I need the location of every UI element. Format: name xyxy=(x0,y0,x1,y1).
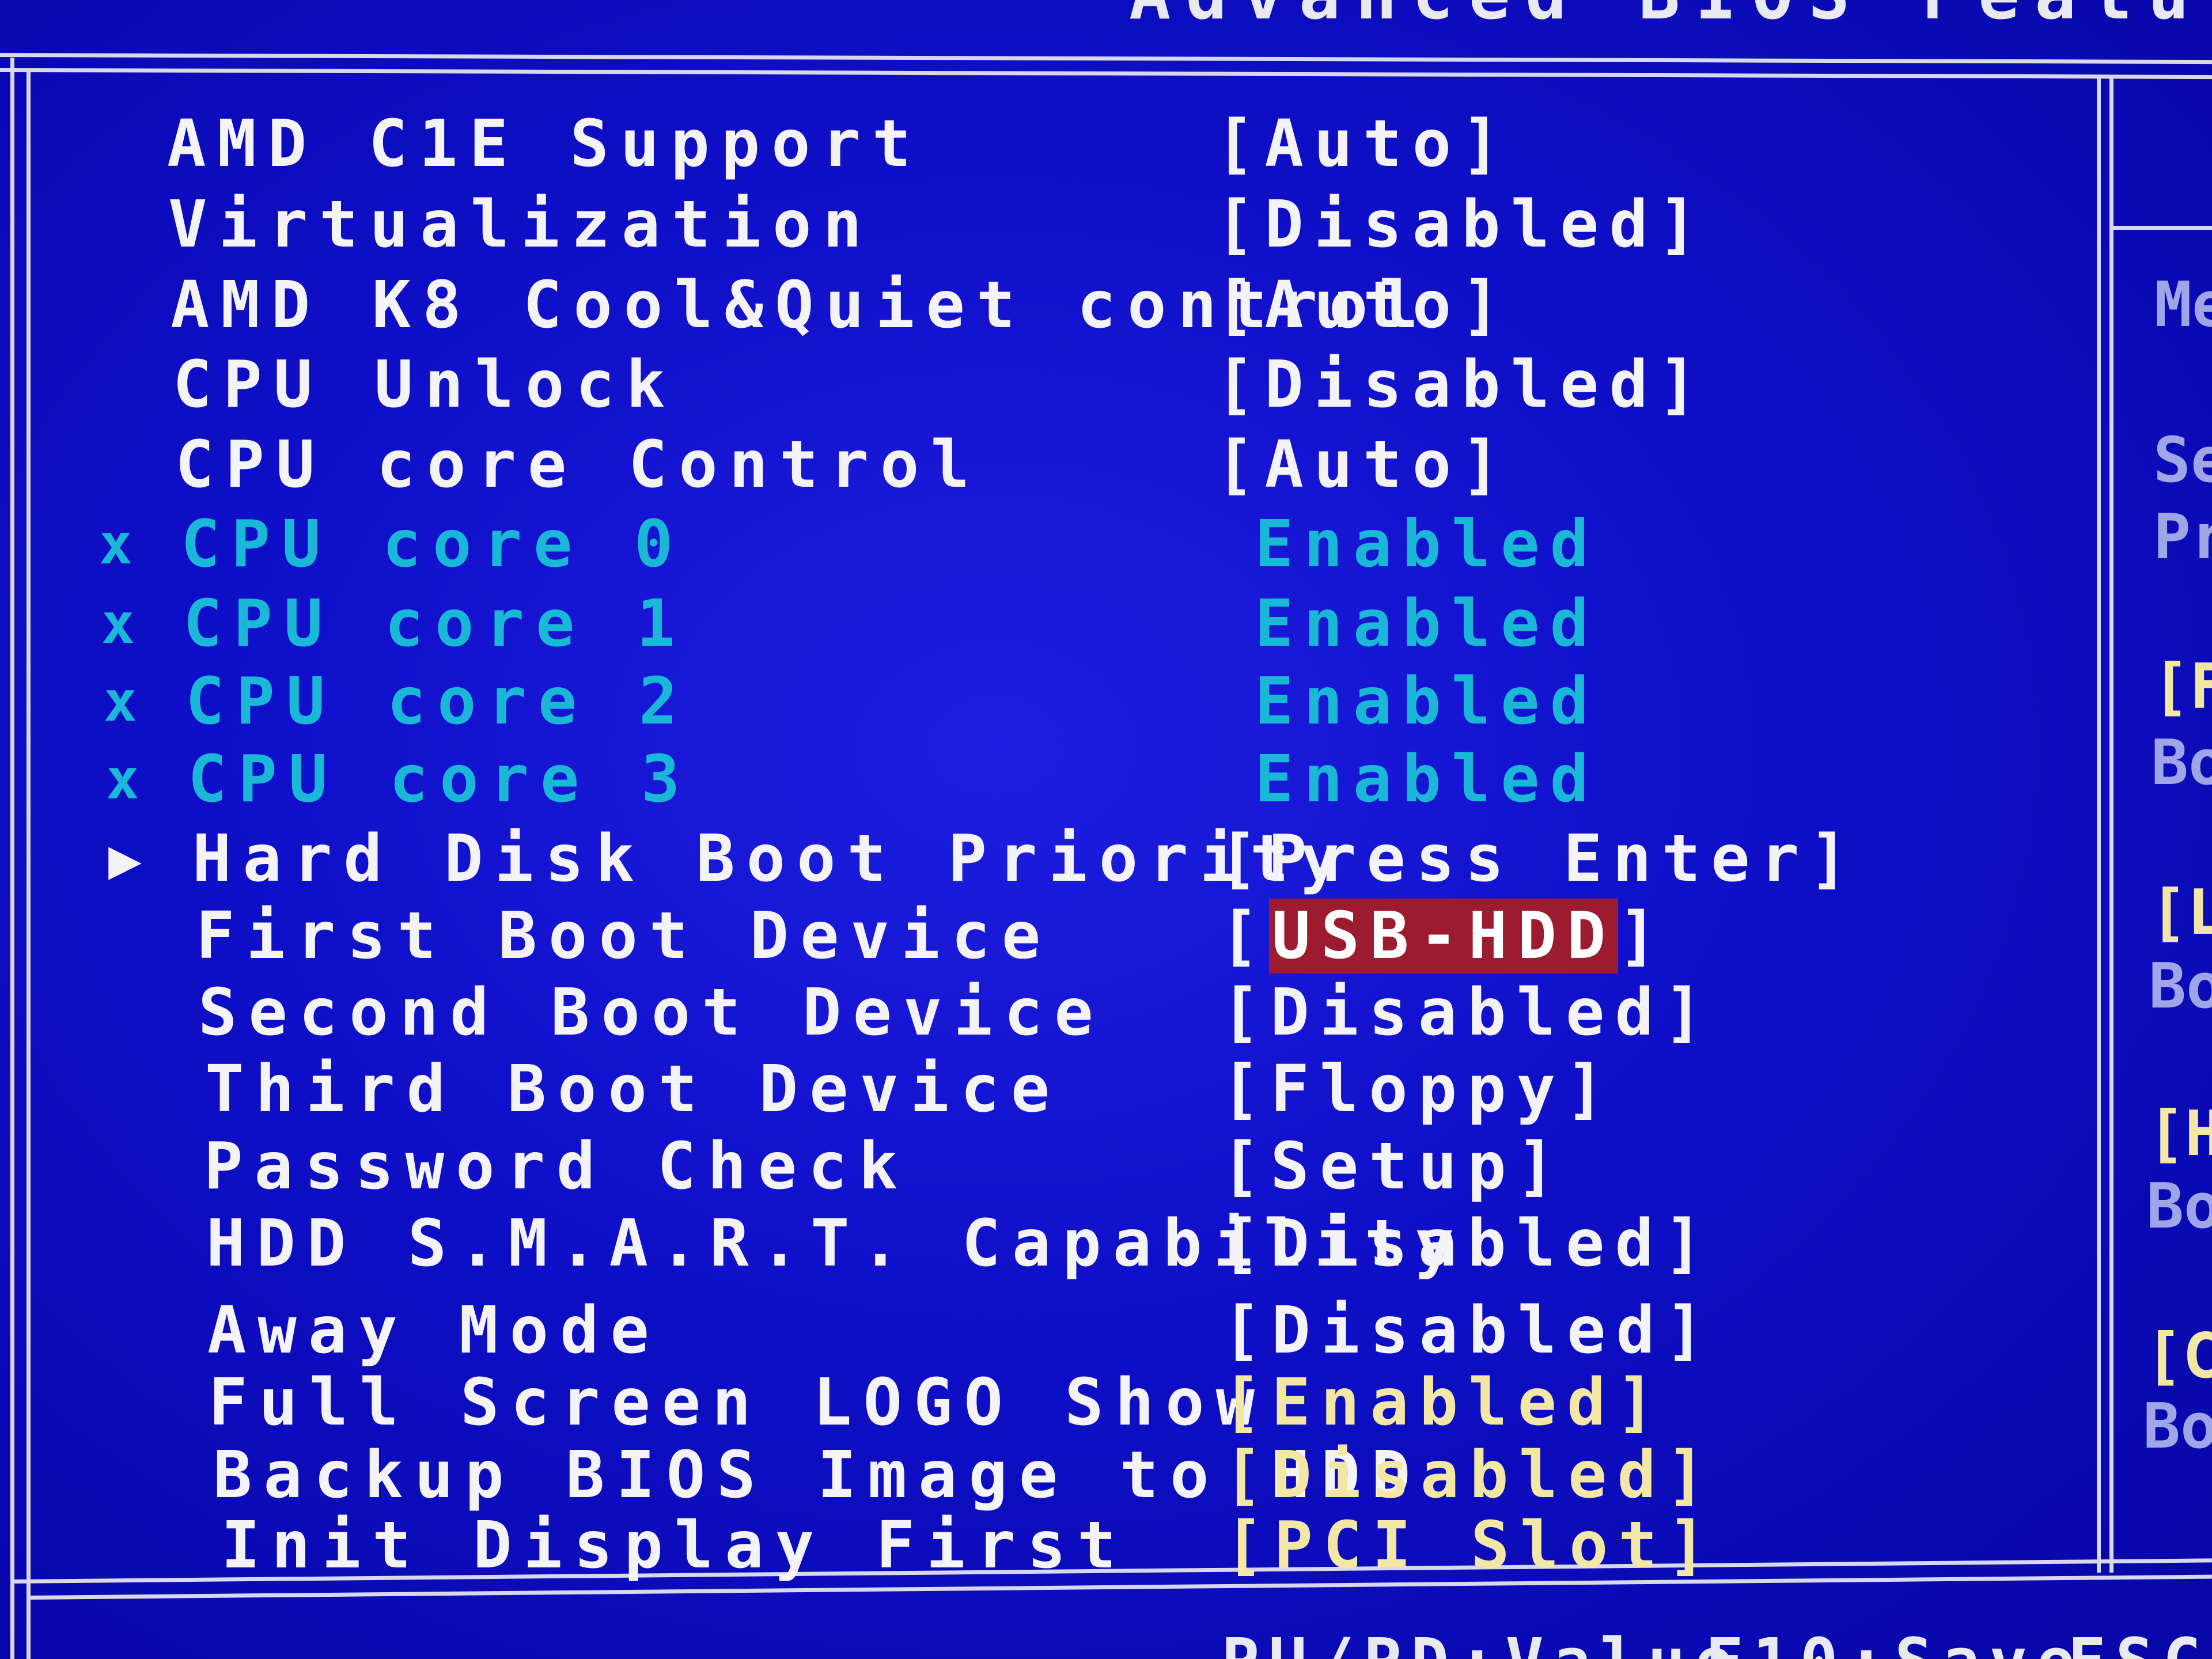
help-line: Bo xyxy=(2151,727,2212,799)
setting-value: Enabled xyxy=(1255,586,1600,661)
footer-value-hint: PU/PD:Value xyxy=(1221,1624,1742,1659)
setting-label: CPU core 0 xyxy=(181,507,685,582)
help-line: Me xyxy=(2154,269,2212,341)
help-line: Pr xyxy=(2153,501,2212,573)
setting-row-second-boot-device[interactable]: Second Boot Device [Disabled] xyxy=(0,975,1959,1050)
frame-divider-inner xyxy=(2109,75,2113,1573)
setting-value[interactable]: [Auto] xyxy=(1215,268,1511,343)
setting-label: Password Check xyxy=(204,1129,910,1204)
setting-row-cpu-core-1: x CPU core 1 Enabled xyxy=(0,586,1959,661)
footer-esc-hint: ESC: xyxy=(2068,1624,2212,1659)
setting-value[interactable]: [Disabled] xyxy=(1215,347,1707,422)
row-marker: x xyxy=(99,512,132,577)
frame-top-outer xyxy=(0,53,2212,65)
help-line: [F xyxy=(2152,651,2212,723)
help-line: Bo xyxy=(2149,950,2212,1022)
setting-label: Virtualization xyxy=(168,187,874,262)
help-line: Se xyxy=(2153,425,2212,497)
setting-value[interactable]: [Disabled] xyxy=(1215,187,1707,262)
row-marker: x xyxy=(101,592,135,656)
help-line: [L xyxy=(2150,877,2212,949)
setting-row-virtualization[interactable]: Virtualization [Disabled] xyxy=(0,187,1959,262)
setting-label: First Boot Device xyxy=(196,899,1052,974)
setting-row-cpu-unlock[interactable]: CPU Unlock [Disabled] xyxy=(0,347,1959,422)
setting-row-cpu-core-3: x CPU core 3 Enabled xyxy=(0,742,1959,817)
row-marker: x xyxy=(106,747,139,812)
setting-row-first-boot-device[interactable]: First Boot Device [USB-HDD] xyxy=(0,899,1959,974)
setting-label: CPU core 3 xyxy=(188,742,692,817)
help-header-line xyxy=(2109,226,2212,230)
setting-label: CPU core 2 xyxy=(185,664,690,739)
setting-row-cpu-core-control[interactable]: CPU core Control [Auto] xyxy=(0,427,1959,502)
setting-value[interactable]: [Enabled] xyxy=(1222,1365,1665,1440)
setting-value[interactable]: [PCI Slot] xyxy=(1225,1508,1717,1583)
setting-value-selected[interactable]: [USB-HDD] xyxy=(1220,899,1668,974)
setting-row-backup-bios[interactable]: Backup BIOS Image to HDD [Disabled] xyxy=(0,1438,1959,1513)
frame-top-inner xyxy=(0,68,2212,79)
help-line: Bo xyxy=(2146,1171,2212,1243)
setting-row-hdd-boot-priority[interactable]: ▶ Hard Disk Boot Priority [Press Enter] xyxy=(0,821,1959,896)
setting-row-cool-quiet[interactable]: AMD K8 Cool&Quiet control [Auto] xyxy=(0,268,1959,343)
setting-label: CPU core 1 xyxy=(183,586,687,661)
footer-save-hint: F10:Save xyxy=(1705,1624,2084,1659)
help-line: Bo xyxy=(2143,1391,2212,1463)
setting-label: Third Boot Device xyxy=(205,1052,1062,1127)
setting-value[interactable]: [Auto] xyxy=(1215,107,1511,181)
help-line: [H xyxy=(2147,1098,2212,1170)
setting-value[interactable]: [Floppy] xyxy=(1221,1052,1615,1127)
bios-screen: Advanced BIOS Features AMD C1E Support [… xyxy=(0,0,2212,1659)
setting-row-password-check[interactable]: Password Check [Setup] xyxy=(0,1129,1959,1204)
setting-value[interactable]: [Auto] xyxy=(1215,427,1511,502)
setting-value[interactable]: [Disabled] xyxy=(1222,1293,1714,1368)
setting-row-logo-show[interactable]: Full Screen LOGO Show [Enabled] xyxy=(0,1365,1959,1440)
row-marker: x xyxy=(104,669,137,734)
setting-value[interactable]: [Press Enter] xyxy=(1219,821,1859,896)
setting-row-cpu-core-2: x CPU core 2 Enabled xyxy=(0,664,1959,739)
help-line: [C xyxy=(2145,1320,2212,1392)
setting-value[interactable]: [Disabled] xyxy=(1221,1206,1713,1281)
setting-row-third-boot-device[interactable]: Third Boot Device [Floppy] xyxy=(0,1052,1959,1127)
frame-divider xyxy=(2097,75,2101,1573)
setting-label: Hard Disk Boot Priority xyxy=(192,821,1351,896)
setting-label: CPU core Control xyxy=(175,427,981,502)
setting-label: Second Boot Device xyxy=(198,975,1105,1050)
selected-value-highlight[interactable]: USB-HDD xyxy=(1269,899,1619,974)
setting-row-away-mode[interactable]: Away Mode [Disabled] xyxy=(0,1293,1959,1368)
setting-value: Enabled xyxy=(1255,507,1600,582)
setting-label: AMD C1E Support xyxy=(167,107,923,181)
setting-label: Away Mode xyxy=(207,1293,661,1368)
setting-row-smart[interactable]: HDD S.M.A.R.T. Capability [Disabled] xyxy=(0,1206,1959,1281)
setting-label: Init Display First xyxy=(221,1508,1128,1583)
setting-row-c1e[interactable]: AMD C1E Support [Auto] xyxy=(0,107,1959,181)
setting-value: Enabled xyxy=(1255,742,1600,817)
setting-label: CPU Unlock xyxy=(173,347,677,422)
setting-row-init-display[interactable]: Init Display First [PCI Slot] xyxy=(0,1508,1959,1583)
setting-value[interactable]: [Disabled] xyxy=(1224,1438,1715,1513)
setting-row-cpu-core-0: x CPU core 0 Enabled xyxy=(0,507,1959,582)
setting-value[interactable]: [Disabled] xyxy=(1221,975,1713,1050)
page-title: Advanced BIOS Features xyxy=(1129,0,2212,35)
setting-value[interactable]: [Setup] xyxy=(1221,1129,1566,1204)
setting-value: Enabled xyxy=(1255,664,1600,739)
setting-label: Full Screen LOGO Show xyxy=(209,1365,1267,1440)
submenu-arrow-icon: ▶ xyxy=(108,827,142,891)
